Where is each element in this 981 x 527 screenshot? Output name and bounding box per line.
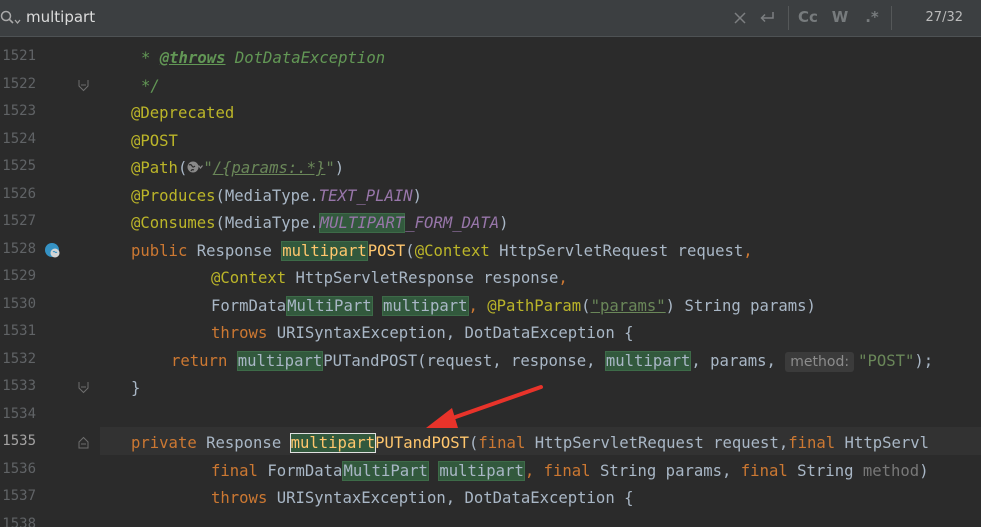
new-line-icon[interactable] [758, 10, 776, 26]
line-number: 1533 [2, 378, 36, 394]
search-icon[interactable] [0, 9, 22, 27]
code-text: private Response multipartPUTandPOST(fin… [131, 433, 930, 453]
code-line: 1521 * @throws DotDataException [0, 44, 981, 72]
search-match: MultiPart [286, 295, 373, 316]
code-line: 1524 @POST [0, 127, 981, 155]
toolbar-separator [891, 6, 892, 30]
parameter-hint: method: [785, 351, 855, 372]
code-line: 1537 throws URISyntaxException, DotDataE… [0, 484, 981, 512]
code-line: 1534 [0, 402, 981, 430]
search-match: multipart [438, 460, 525, 481]
code-text: throws URISyntaxException, DotDataExcept… [211, 489, 634, 507]
globe-icon[interactable] [187, 160, 204, 174]
toolbar-separator [788, 6, 789, 30]
code-text: @Context HttpServletResponse response, [211, 269, 568, 287]
match-case-button[interactable]: Cc [797, 8, 819, 28]
line-number: 1526 [2, 185, 36, 202]
fold-end-icon[interactable] [78, 79, 89, 92]
current-search-match: multipart [289, 433, 377, 453]
line-number: 1530 [2, 295, 36, 312]
code-line: 1536 final FormDataMultiPart multipart, … [0, 457, 981, 485]
code-text: final FormDataMultiPart multipart, final… [211, 460, 929, 481]
code-line: 1533 } [0, 374, 981, 402]
line-number: 1524 [2, 130, 36, 147]
code-line: 1522 */ [0, 72, 981, 100]
line-number: 1534 [2, 405, 36, 422]
search-match: multipart [382, 295, 469, 316]
search-match: multipart [236, 350, 324, 371]
code-line: 1535 private Response multipartPUTandPOS… [0, 429, 981, 457]
code-text: return multipartPUTandPOST(request, resp… [171, 350, 934, 372]
code-line: 1528 public Response multipartPOST(@Cont… [0, 237, 981, 265]
code-text: @Consumes(MediaType.MULTIPART_FORM_DATA) [131, 213, 509, 233]
code-editor[interactable]: 1521 * @throws DotDataException 1522 */ … [0, 37, 981, 527]
line-number: 1527 [2, 213, 36, 229]
line-number: 1523 [2, 103, 36, 119]
code-line: 1523 @Deprecated [0, 99, 981, 127]
code-text: * @throws DotDataException [141, 49, 386, 67]
code-line: 1527 @Consumes(MediaType.MULTIPART_FORM_… [0, 209, 981, 237]
clear-search-icon[interactable] [734, 12, 746, 24]
line-number: 1521 [2, 48, 36, 64]
code-line: 1530 FormDataMultiPart multipart, @PathP… [0, 292, 981, 320]
code-text: */ [141, 76, 160, 95]
line-number: 1535 [2, 433, 36, 449]
code-text: @Deprecated [131, 104, 235, 122]
line-number: 1525 [2, 158, 36, 174]
fold-start-icon[interactable] [78, 436, 89, 449]
code-text: public Response multipartPOST(@Context H… [131, 240, 753, 261]
line-number: 1537 [2, 488, 36, 504]
find-bar: multipart Cc W .* 27/32 [0, 0, 981, 37]
search-match: MULTIPART [318, 213, 406, 233]
code-text: FormDataMultiPart multipart, @PathParam(… [211, 295, 816, 316]
code-text: @POST [131, 131, 178, 150]
code-line: 1526 @Produces(MediaType.TEXT_PLAIN) [0, 182, 981, 210]
words-button[interactable]: W [830, 8, 850, 28]
code-text: @Produces(MediaType.TEXT_PLAIN) [131, 186, 423, 205]
code-line: 1525 @Path("/{params:.*}") [0, 154, 981, 182]
search-match: multipart [281, 240, 368, 261]
code-text: @Path("/{params:.*}") [131, 159, 345, 177]
line-number: 1532 [2, 350, 36, 367]
search-match: multipart [604, 350, 692, 371]
line-number: 1529 [2, 268, 36, 284]
regex-button[interactable]: .* [862, 8, 882, 28]
line-number: 1531 [2, 323, 36, 339]
code-line: 1538 [0, 512, 981, 527]
code-line: 1532 return multipartPUTandPOST(request,… [0, 347, 981, 375]
fold-end-icon[interactable] [78, 381, 89, 394]
line-number: 1536 [2, 460, 36, 477]
code-line: 1529 @Context HttpServletResponse respon… [0, 264, 981, 292]
code-line: 1531 throws URISyntaxException, DotDataE… [0, 319, 981, 347]
line-number: 1528 [2, 240, 36, 257]
code-text: throws URISyntaxException, DotDataExcept… [211, 324, 634, 342]
line-number: 1538 [2, 515, 36, 527]
match-counter: 27/32 [925, 10, 963, 25]
search-match: MultiPart [342, 460, 429, 481]
code-text: } [131, 379, 141, 397]
line-number: 1522 [2, 75, 36, 92]
search-input[interactable]: multipart [26, 8, 95, 26]
web-service-gutter-icon[interactable] [44, 242, 61, 259]
